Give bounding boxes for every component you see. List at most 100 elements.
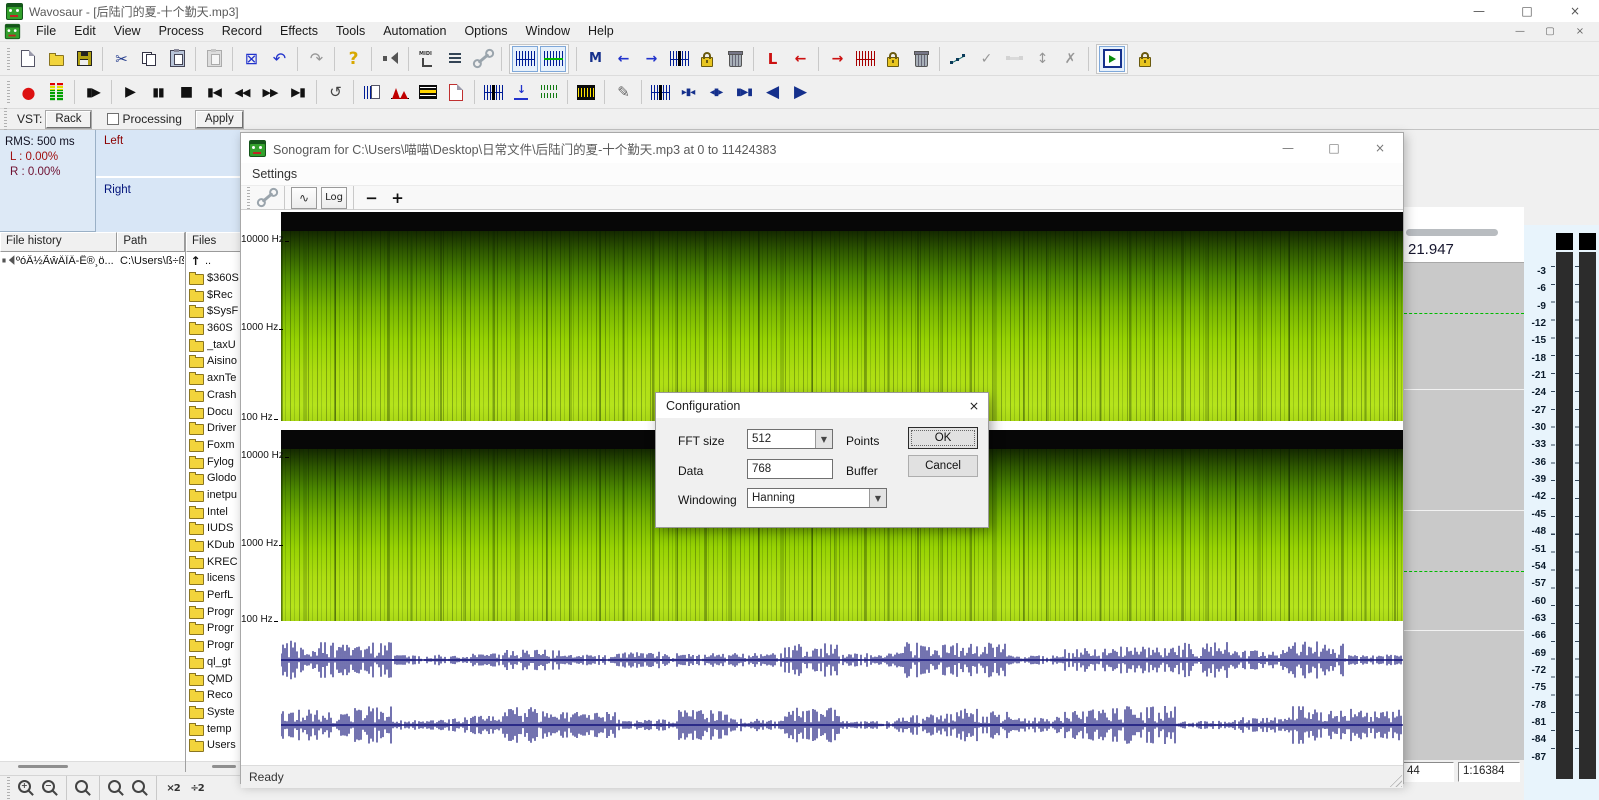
loop-delete[interactable] — [908, 46, 934, 72]
mdi-minimize-button[interactable]: — — [1505, 22, 1535, 41]
go-to-end[interactable]: ▶▮ — [285, 79, 311, 105]
fast-forward[interactable]: ▶▶ — [257, 79, 283, 105]
undo[interactable]: ↶ — [266, 46, 292, 72]
scrollbar-thumb[interactable] — [18, 765, 68, 768]
windowing-combo[interactable]: Hanning ▼ — [747, 488, 887, 508]
midi-settings[interactable] — [414, 46, 440, 72]
rewind[interactable]: ◀◀ — [229, 79, 255, 105]
split-selection[interactable]: ▮▶▮ — [731, 79, 757, 105]
paste[interactable] — [164, 46, 190, 72]
stop[interactable]: ■ — [173, 79, 199, 105]
column-header-path[interactable]: Path — [117, 232, 185, 252]
go-to-start[interactable]: ▮◀ — [201, 79, 227, 105]
zoom-vertical[interactable] — [105, 777, 127, 799]
dialog-title-bar[interactable]: Configuration × — [656, 393, 988, 418]
menu-item-options[interactable]: Options — [455, 22, 516, 41]
waveform-scale-toggle[interactable]: ∿ — [291, 187, 317, 209]
marker-next[interactable]: → — [638, 46, 664, 72]
pause[interactable]: ▮▮ — [145, 79, 171, 105]
cut[interactable]: ✂ — [108, 46, 134, 72]
zoom-half[interactable]: ÷2 — [186, 777, 208, 799]
crop-selection[interactable]: ⊠ — [238, 46, 264, 72]
level-meter[interactable] — [43, 79, 69, 105]
snap-to-zero-crossing[interactable] — [508, 79, 534, 105]
zoom-selection[interactable] — [72, 777, 94, 799]
spectrum-analysis[interactable] — [387, 79, 413, 105]
global-lock[interactable] — [1132, 46, 1158, 72]
file-history-row[interactable]: ºóÂ½ÃŵÄÏÄ-Ê®¸ö... C:\Users\ß÷ß÷... — [0, 252, 185, 269]
menu-item-help[interactable]: Help — [579, 22, 623, 41]
processing-checkbox[interactable] — [107, 113, 119, 125]
loop-start[interactable]: ← — [787, 46, 813, 72]
fft-size-combo[interactable]: 512 ▼ — [747, 429, 833, 449]
menu-item-window[interactable]: Window — [517, 22, 579, 41]
marker-view[interactable] — [666, 46, 692, 72]
sonogram-minimize-button[interactable]: — — [1265, 133, 1311, 163]
new-file[interactable] — [15, 46, 41, 72]
play-envelope[interactable] — [1099, 46, 1125, 72]
waveform-markers-view[interactable] — [480, 79, 506, 105]
mdi-close-button[interactable]: × — [1565, 22, 1595, 41]
sonogram-config-wrench[interactable] — [255, 188, 279, 208]
loop-end[interactable]: → — [824, 46, 850, 72]
menu-item-view[interactable]: View — [105, 22, 150, 41]
zoom-out[interactable] — [39, 777, 61, 799]
audio-output[interactable] — [377, 46, 403, 72]
data-input[interactable]: 768 — [747, 459, 833, 479]
menu-item-edit[interactable]: Edit — [65, 22, 105, 41]
cancel-button[interactable]: Cancel — [908, 455, 978, 477]
apply-button[interactable]: Apply — [196, 111, 243, 128]
marker-add[interactable]: M — [582, 46, 608, 72]
mdi-restore-button[interactable]: ▢ — [1535, 22, 1565, 41]
envelope-edit[interactable] — [945, 46, 971, 72]
sonogram-maximize-button[interactable]: □ — [1311, 133, 1357, 163]
meter-clip-indicator-right[interactable] — [1579, 233, 1596, 250]
menu-item-record[interactable]: Record — [213, 22, 271, 41]
sonogram-zoom-in[interactable]: + — [385, 188, 409, 208]
selection-tool[interactable] — [647, 79, 673, 105]
expand-selection[interactable]: ◂▮▸ — [703, 79, 729, 105]
chevron-down-icon[interactable]: ▼ — [869, 489, 886, 507]
save-file[interactable] — [71, 46, 97, 72]
main-hscrollbar-thumb[interactable] — [1406, 229, 1498, 236]
play-from-cursor[interactable]: ▮▶ — [80, 79, 106, 105]
menu-item-tools[interactable]: Tools — [327, 22, 374, 41]
menu-item-automation[interactable]: Automation — [374, 22, 455, 41]
loop-view[interactable] — [852, 46, 878, 72]
waveform-left-channel[interactable] — [281, 638, 1403, 682]
menu-item-file[interactable]: File — [27, 22, 65, 41]
loop-set[interactable]: L — [759, 46, 785, 72]
marker-delete[interactable] — [722, 46, 748, 72]
file-history-hscrollbar[interactable] — [0, 761, 185, 772]
menu-item-settings[interactable]: Settings — [252, 167, 297, 181]
help[interactable]: ? — [340, 46, 366, 72]
loop-playback[interactable]: ↺ — [322, 79, 348, 105]
waveform-overlay-view[interactable] — [540, 46, 566, 72]
marker-lock[interactable] — [694, 46, 720, 72]
marker-previous[interactable]: ← — [610, 46, 636, 72]
waveform-right-channel[interactable] — [281, 703, 1403, 747]
record[interactable]: ● — [15, 79, 41, 105]
statistics[interactable] — [359, 79, 385, 105]
sonogram-view[interactable] — [415, 79, 441, 105]
vst-rack-button[interactable]: Rack — [46, 111, 90, 128]
open-file[interactable] — [43, 46, 69, 72]
pencil-edit[interactable]: ✎ — [610, 79, 636, 105]
copy[interactable] — [136, 46, 162, 72]
chevron-down-icon[interactable]: ▼ — [815, 430, 832, 448]
shrink-selection[interactable]: ▸▮◂ — [675, 79, 701, 105]
sonogram-zoom-out[interactable]: − — [359, 188, 383, 208]
resize-grip[interactable] — [1388, 773, 1402, 787]
zoom-x2[interactable]: ×2 — [162, 777, 184, 799]
column-header-file-history[interactable]: File history — [0, 232, 117, 252]
zoom-all[interactable] — [129, 777, 151, 799]
sonogram-title-bar[interactable]: Sonogram for C:\Users\喵喵\Desktop\日常文件\后陆… — [241, 133, 1403, 163]
minimize-button[interactable]: — — [1455, 0, 1503, 22]
synthesis-view[interactable] — [573, 79, 599, 105]
log-scale-toggle[interactable]: Log — [321, 187, 347, 209]
sonogram-close-button[interactable]: × — [1357, 133, 1403, 163]
loop-lock[interactable] — [880, 46, 906, 72]
meter-clip-indicator-left[interactable] — [1556, 233, 1573, 250]
scrollbar-thumb[interactable] — [212, 765, 236, 768]
zoom-in[interactable] — [15, 777, 37, 799]
